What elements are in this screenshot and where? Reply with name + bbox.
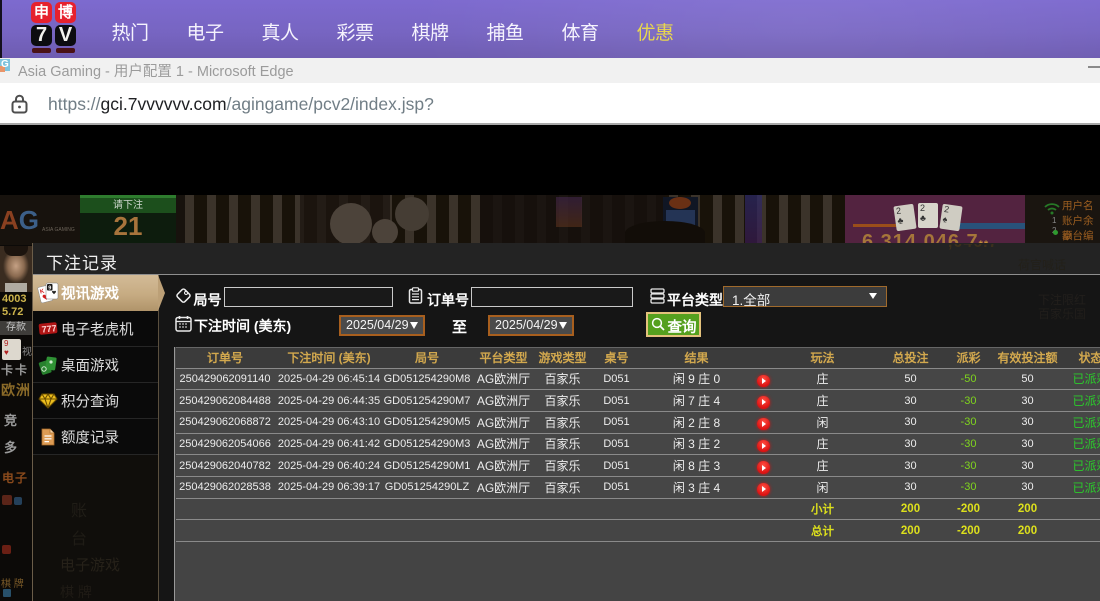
svg-text:9: 9 <box>48 286 51 292</box>
svg-text:777: 777 <box>41 323 57 335</box>
